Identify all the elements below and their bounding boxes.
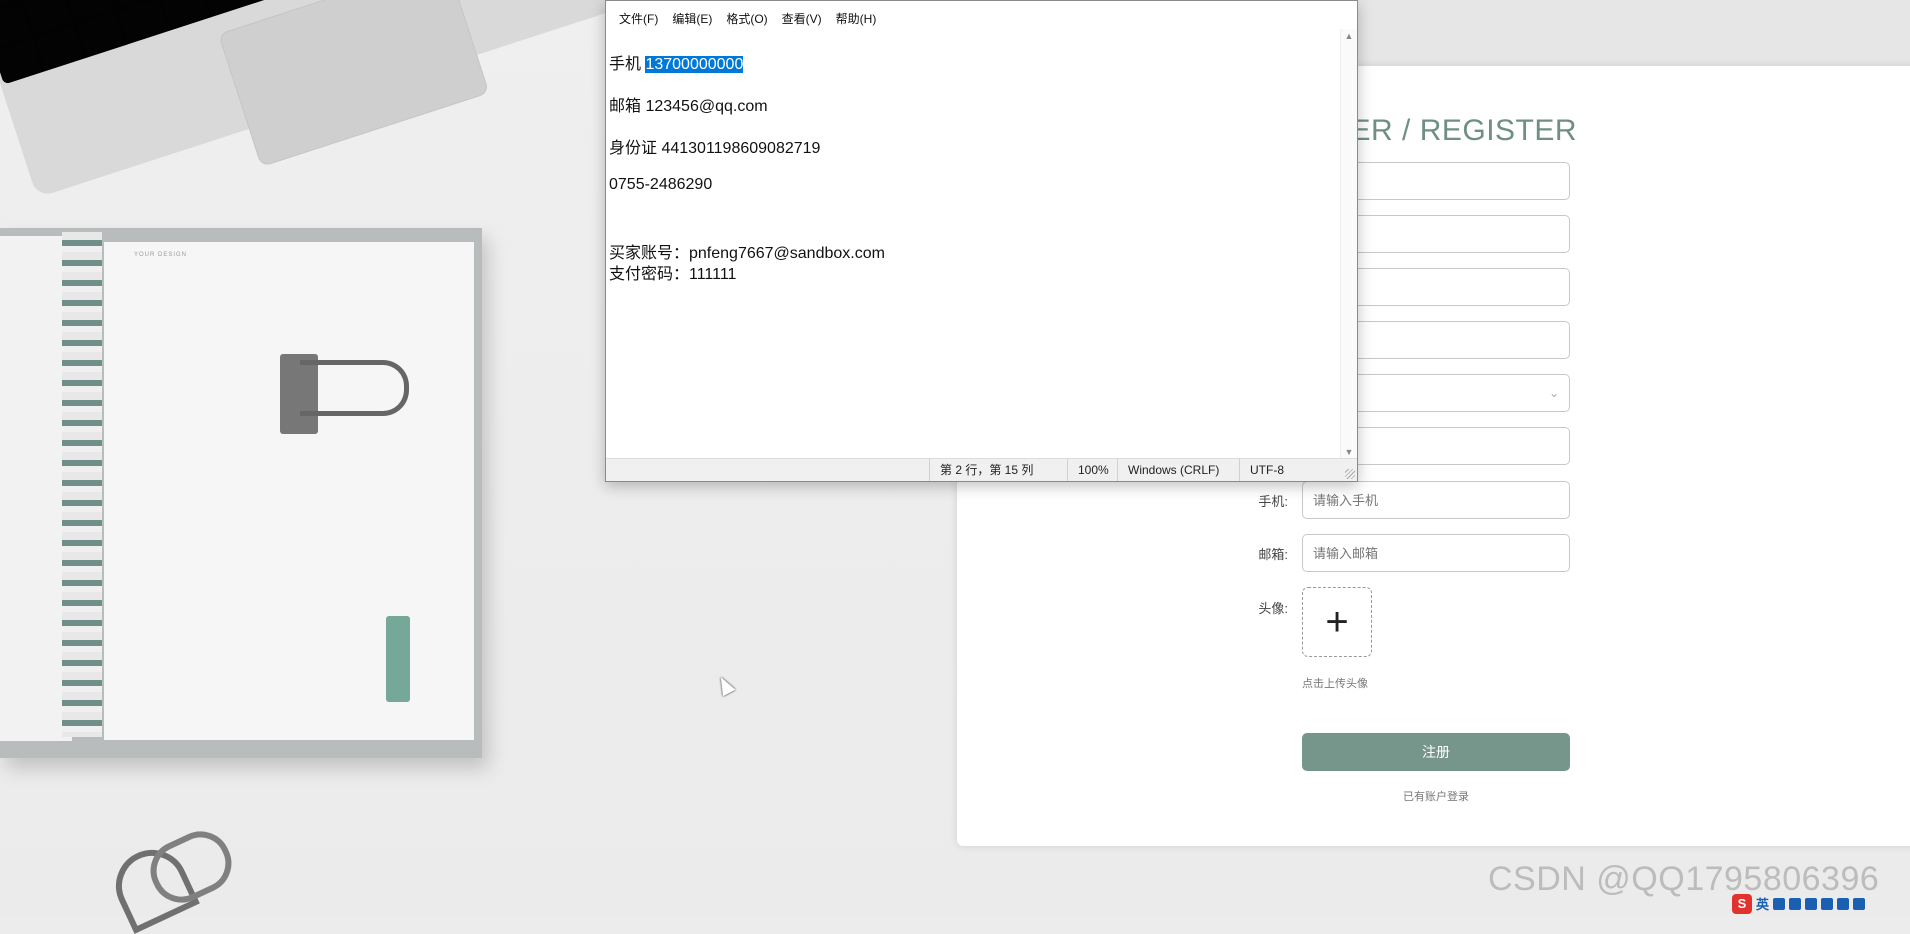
notepad-menubar: 文件(F) 编辑(E) 格式(O) 查看(V) 帮助(H) <box>606 1 1357 29</box>
user-icon[interactable] <box>1821 897 1834 910</box>
notepad-statusbar: 第 2 行，第 15 列 100% Windows (CRLF) UTF-8 <box>606 458 1357 481</box>
text-line-id-card: 身份证 441301198609082719 <box>609 140 821 157</box>
binder-clip-wire <box>300 360 409 416</box>
text-line-pay-password: 支付密码：111111 <box>609 266 737 283</box>
scroll-down-icon[interactable]: ▼ <box>1341 447 1357 457</box>
status-zoom: 100% <box>1067 459 1109 481</box>
chevron-down-icon: ⌄ <box>1548 386 1559 400</box>
notebook-spiral <box>62 232 102 737</box>
login-link[interactable]: 已有账户登录 <box>1302 788 1570 804</box>
avatar-upload-button[interactable]: + <box>1302 587 1372 657</box>
menu-view[interactable]: 查看(V) <box>775 8 829 29</box>
eraser-image <box>386 616 410 702</box>
resize-grip-icon[interactable] <box>1345 469 1355 479</box>
keyboard-icon[interactable] <box>1805 897 1818 910</box>
shirt-icon[interactable] <box>1837 897 1850 910</box>
register-button[interactable]: 注册 <box>1302 733 1570 771</box>
status-encoding: UTF-8 <box>1239 459 1284 481</box>
menu-file[interactable]: 文件(F) <box>612 8 665 29</box>
text-line-email: 邮箱 123456@qq.com <box>609 98 768 115</box>
menu-format[interactable]: 格式(O) <box>719 8 774 29</box>
plus-icon: + <box>1325 600 1349 644</box>
avatar-label: 头像: <box>1258 601 1288 616</box>
ime-mode-indicator[interactable]: 英 <box>1756 894 1769 913</box>
ime-logo-icon[interactable]: S <box>1732 893 1752 914</box>
register-title: SER / REGISTER <box>1330 114 1578 147</box>
punctuation-icon[interactable] <box>1789 897 1802 910</box>
menu-edit[interactable]: 编辑(E) <box>665 8 719 29</box>
notepad-window: 文件(F) 编辑(E) 格式(O) 查看(V) 帮助(H) 手机 1370000… <box>605 0 1358 482</box>
notebook-page-label: YOUR DESIGN <box>134 252 188 258</box>
text-line-phone: 手机 13700000000 <box>609 50 744 74</box>
system-tray: S 英 <box>1732 893 1910 914</box>
phone-prefix-text: 手机 <box>609 56 646 73</box>
menu-help[interactable]: 帮助(H) <box>829 8 884 29</box>
moon-icon[interactable] <box>1773 897 1786 910</box>
text-line-tel: 0755-2486290 <box>609 176 713 193</box>
notebook-page <box>104 242 474 740</box>
notepad-text-area[interactable]: 手机 13700000000 邮箱 123456@qq.com 身份证 4413… <box>606 29 1341 459</box>
vertical-scrollbar[interactable]: ▲ ▼ <box>1340 29 1357 459</box>
page-top-band <box>1358 0 1910 66</box>
scroll-up-icon[interactable]: ▲ <box>1341 31 1357 41</box>
status-cursor-position: 第 2 行，第 15 列 <box>929 459 1033 481</box>
status-line-ending: Windows (CRLF) <box>1117 459 1219 481</box>
wrench-icon[interactable] <box>1853 897 1866 910</box>
email-label: 邮箱: <box>1258 547 1288 562</box>
selected-text: 13700000000 <box>645 56 744 73</box>
upload-hint: 点击上传头像 <box>1302 678 1368 690</box>
phone-input[interactable] <box>1302 481 1570 519</box>
email-input[interactable] <box>1302 534 1570 572</box>
phone-label: 手机: <box>1258 494 1288 509</box>
